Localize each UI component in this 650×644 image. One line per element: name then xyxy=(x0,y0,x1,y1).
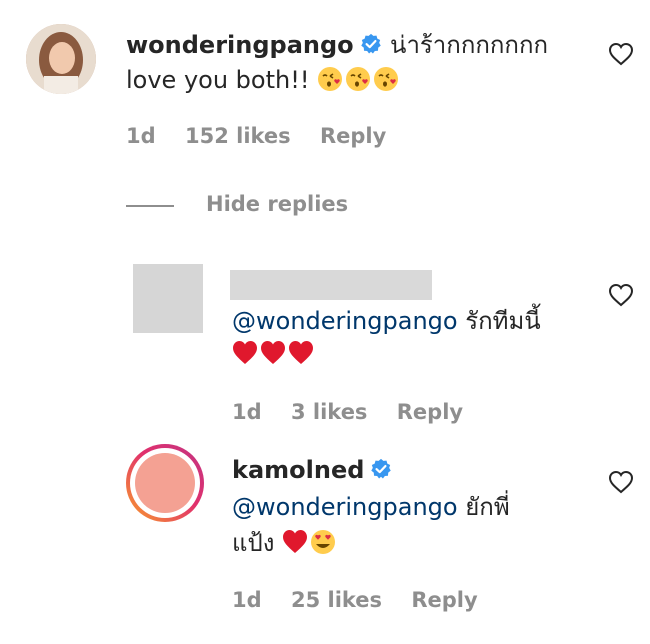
like-heart-icon[interactable] xyxy=(608,283,634,307)
reply-header: kamolned xyxy=(232,456,392,484)
likes-count[interactable]: 25 likes xyxy=(291,588,382,612)
avatar[interactable] xyxy=(26,24,96,94)
reply-meta: 1d 25 likes Reply xyxy=(232,588,500,612)
timestamp[interactable]: 1d xyxy=(126,124,156,148)
likes-count[interactable]: 152 likes xyxy=(185,124,291,148)
verified-badge-icon xyxy=(360,33,381,54)
avatar-photo xyxy=(26,24,96,94)
username[interactable]: kamolned xyxy=(232,456,364,484)
reply-text: @wonderingpango ยักพี่ xyxy=(232,490,510,524)
comment-header: wonderingpango น่าร้ากกกกกกก xyxy=(126,28,548,62)
timestamp[interactable]: 1d xyxy=(232,400,262,424)
timestamp[interactable]: 1d xyxy=(232,588,262,612)
like-heart-icon[interactable] xyxy=(608,470,634,494)
story-ring[interactable] xyxy=(126,444,204,522)
reply-meta: 1d 3 likes Reply xyxy=(232,400,485,424)
username[interactable]: wonderingpango xyxy=(126,31,354,59)
red-heart-icon xyxy=(261,341,285,364)
kissing-heart-icon xyxy=(318,67,343,91)
reply-text-body: ยักพี่ xyxy=(465,493,510,521)
heart-eyes-icon xyxy=(311,530,336,554)
avatar xyxy=(135,453,195,513)
verified-badge-icon xyxy=(371,458,392,479)
reply-button[interactable]: Reply xyxy=(411,588,477,612)
mention-link[interactable]: @wonderingpango xyxy=(232,493,458,521)
reply-text-line2: แป้ง xyxy=(232,526,338,560)
red-heart-icon xyxy=(233,341,257,364)
like-heart-icon[interactable] xyxy=(608,42,634,66)
kissing-heart-icon xyxy=(346,67,371,91)
comment-text: น่าร้ากกกกกกก xyxy=(390,31,548,59)
username-redacted xyxy=(230,270,432,300)
divider-line xyxy=(126,205,174,207)
reply-text-body: รักทีมนี้ xyxy=(465,307,541,335)
red-heart-icon xyxy=(289,341,313,364)
red-heart-icon xyxy=(283,530,308,553)
emoji-row xyxy=(232,340,316,366)
hide-replies-button[interactable]: Hide replies xyxy=(206,192,348,216)
comment-text-line2: love you both!! xyxy=(126,63,401,97)
reply-button[interactable]: Reply xyxy=(320,124,386,148)
reply-text: @wonderingpango รักทีมนี้ xyxy=(232,304,541,338)
reply-text-line2-body: แป้ง xyxy=(232,529,275,557)
mention-link[interactable]: @wonderingpango xyxy=(232,307,458,335)
reply-button[interactable]: Reply xyxy=(397,400,463,424)
comment-text-line2-text: love you both!! xyxy=(126,66,310,94)
likes-count[interactable]: 3 likes xyxy=(291,400,367,424)
comment-meta: 1d 152 likes Reply xyxy=(126,124,408,148)
avatar[interactable] xyxy=(133,264,203,333)
kissing-heart-icon xyxy=(374,67,399,91)
